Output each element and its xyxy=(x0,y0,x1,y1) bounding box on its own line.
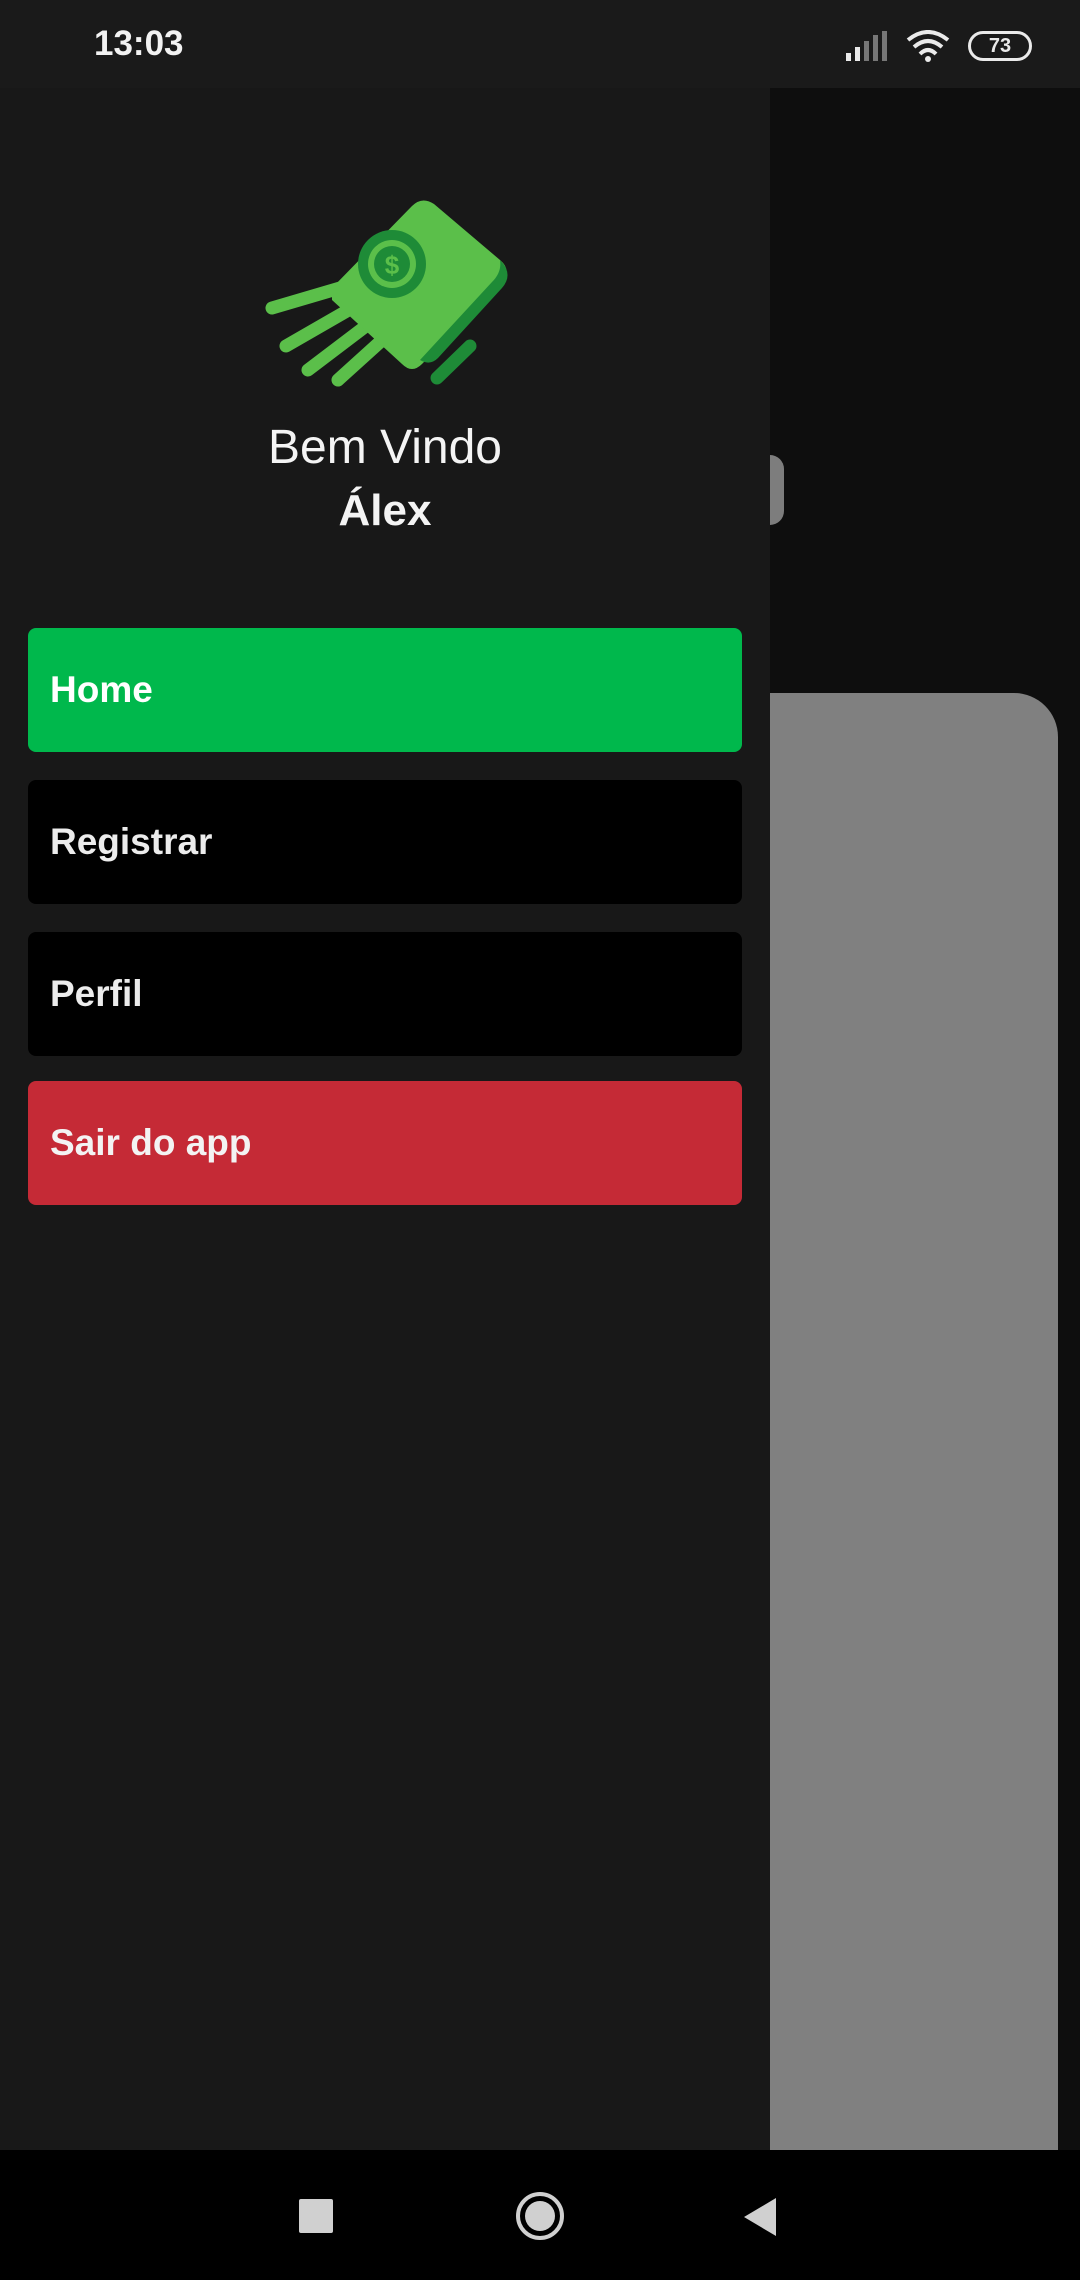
menu-item-home[interactable]: Home xyxy=(28,628,742,752)
system-nav-bar xyxy=(0,2150,1080,2280)
status-bar: 13:03 73 xyxy=(0,0,1080,88)
wifi-icon xyxy=(906,30,950,62)
recent-apps-icon[interactable] xyxy=(299,2199,333,2233)
background-card xyxy=(770,693,1058,2150)
status-time: 13:03 xyxy=(94,24,184,63)
user-name: Álex xyxy=(338,486,432,535)
home-circle-icon[interactable] xyxy=(516,2192,564,2240)
svg-text:$: $ xyxy=(385,250,400,280)
menu-item-perfil[interactable]: Perfil xyxy=(28,932,742,1056)
menu-item-registrar[interactable]: Registrar xyxy=(28,780,742,904)
flying-money-icon: $ xyxy=(265,200,508,387)
status-icons: 73 xyxy=(846,26,1032,66)
back-triangle-icon[interactable] xyxy=(744,2198,776,2236)
welcome-title: Bem Vindo xyxy=(268,421,502,474)
navigation-drawer: $ Bem Vindo Álex Home Registrar Perfil S… xyxy=(0,88,770,2150)
battery-icon: 73 xyxy=(968,31,1032,61)
menu-item-exit[interactable]: Sair do app xyxy=(28,1081,742,1205)
cellular-signal-icon xyxy=(846,31,887,61)
